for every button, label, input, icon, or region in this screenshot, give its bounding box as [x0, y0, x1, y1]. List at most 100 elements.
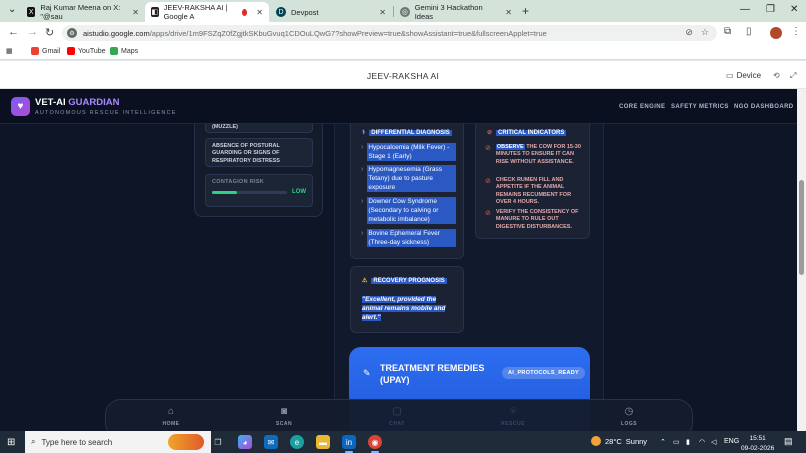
monitor-icon: ▭ — [726, 71, 734, 80]
clock-icon: ◷ — [624, 406, 634, 417]
windows-start-icon[interactable]: ⊞ — [7, 437, 15, 448]
nav-core-engine[interactable]: CORE ENGINE — [619, 104, 665, 110]
prognosis-title-text: RECOVERY PROGNOSIS — [371, 277, 447, 284]
tab-label: JEEV-RAKSHA AI | Google A — [163, 3, 228, 21]
restore-icon[interactable]: ❐ — [766, 4, 775, 15]
camera-icon: ◙ — [280, 406, 288, 417]
nav-safety-metrics[interactable]: SAFETY METRICS — [671, 104, 729, 110]
bookmark-star-icon[interactable]: ☆ — [701, 27, 709, 38]
site-info-icon[interactable]: ⚙ — [67, 28, 77, 38]
nav-label: RESCUE — [501, 421, 525, 427]
nav-logs[interactable]: ◷ LOGS — [609, 406, 649, 427]
tab-search-icon[interactable]: ⌄ — [8, 4, 16, 15]
reload-icon[interactable]: ↻ — [45, 26, 54, 39]
close-window-icon[interactable]: ✕ — [790, 4, 798, 15]
close-icon[interactable]: ✕ — [505, 8, 512, 17]
close-icon[interactable]: ✕ — [256, 8, 263, 17]
clock[interactable]: 15:51 09-02-2026 — [741, 434, 774, 453]
bookmark-maps[interactable]: Maps — [110, 47, 138, 55]
nav-rescue[interactable]: ⌾ RESCUE — [493, 406, 533, 427]
bookmark-gmail[interactable]: Gmail — [31, 47, 60, 55]
bookmark-youtube[interactable]: YouTube — [67, 47, 106, 55]
observation-text: ABSENCE OF POSTURAL GUARDING OR SIGNS OF… — [212, 143, 280, 164]
apps-grid-icon[interactable]: ▦ — [6, 47, 13, 55]
device-button[interactable]: ▭ Device — [726, 71, 761, 80]
weather-widget[interactable]: 28°C Sunny — [591, 436, 647, 446]
nav-home[interactable]: ⌂ HOME — [151, 406, 191, 427]
forward-arrow-icon[interactable]: → — [27, 26, 38, 38]
volume-icon[interactable]: ◁ — [711, 438, 716, 446]
observations-card: (MUZZLE) ABSENCE OF POSTURAL GUARDING OR… — [194, 117, 323, 217]
chrome-icon[interactable]: ◉ — [368, 435, 382, 449]
tab-jeev-raksha[interactable]: ◧ JEEV-RAKSHA AI | Google A ✕ — [145, 2, 269, 22]
language-indicator[interactable]: ENG — [724, 438, 739, 445]
profile-avatar[interactable] — [770, 27, 782, 39]
eye-off-icon[interactable]: ⊘ — [685, 27, 693, 38]
nav-scan[interactable]: ◙ SCAN — [264, 406, 304, 427]
side-panel-icon[interactable]: ▯ — [746, 26, 752, 37]
chevron-right-icon: › — [361, 144, 364, 151]
task-view-icon[interactable]: ❐ — [211, 435, 225, 449]
bookmark-label: Maps — [121, 47, 139, 55]
minimize-icon[interactable]: — — [740, 4, 750, 15]
nav-label: LOGS — [620, 421, 638, 427]
critical-title-text: CRITICAL INDICATORS — [496, 129, 567, 136]
contagion-label: CONTAGION RISK — [212, 179, 265, 185]
close-icon[interactable]: ✕ — [379, 8, 386, 17]
stethoscope-icon: ⚕ — [362, 130, 366, 136]
protocols-badge: AI_PROTOCOLS_READY — [502, 367, 586, 379]
differential-diagnosis-card: ⚕ DIFFERENTIAL DIAGNOSIS › Hypocalcemia … — [350, 123, 464, 259]
extensions-icon[interactable]: ⧉ — [724, 26, 731, 37]
close-icon[interactable]: ✕ — [132, 8, 139, 17]
linkedin-icon[interactable]: in — [342, 435, 356, 449]
critical-text: OBSERVE THE COW FOR 15-30 MINUTES TO ENS… — [495, 144, 585, 166]
copilot-icon[interactable]: ◕ — [238, 435, 252, 449]
nav-ngo-dashboard[interactable]: NGO DASHBOARD — [734, 104, 794, 110]
studio-header: JEEV-RAKSHA AI ▭ Device ⟲ ⤢ — [0, 61, 806, 89]
rotate-icon[interactable]: ⟲ — [773, 71, 780, 80]
brand-tagline: AUTONOMOUS RESCUE INTELLIGENCE — [35, 110, 177, 116]
tab-devpost[interactable]: D Devpost ✕ — [270, 2, 392, 22]
windows-taskbar: ⊞ ⌕ Type here to search ❐ ◕ ✉ e ▬ in ◉ 2… — [0, 431, 806, 453]
outlook-icon[interactable]: ✉ — [264, 435, 278, 449]
chevron-up-icon[interactable]: ⌃ — [660, 438, 666, 446]
menu-kebab-icon[interactable]: ⋮ — [791, 26, 801, 37]
search-highlight-icon[interactable] — [168, 434, 204, 450]
network-icon[interactable]: ▭ — [673, 438, 680, 446]
app-viewport: ♥ VET-AI GUARDIAN AUTONOMOUS RESCUE INTE… — [0, 89, 797, 431]
file-explorer-icon[interactable]: ▬ — [316, 435, 330, 449]
tab-label: Gemini 3 Hackathon Ideas — [414, 3, 483, 21]
nav-label: SCAN — [275, 421, 293, 427]
tab-label: Raj Kumar Meena on X: "@sau — [40, 3, 121, 21]
search-placeholder: Type here to search — [41, 437, 113, 447]
devpost-icon: D — [276, 7, 286, 17]
bookmarks-bar: ▦ Gmail YouTube Maps — [0, 44, 806, 60]
ai-studio-icon: ◧ — [151, 7, 159, 17]
address-bar[interactable]: ⚙ aistudio.google.com /apps/drive/1m9FSZ… — [62, 25, 717, 41]
bookmark-label: Gmail — [42, 47, 61, 55]
diagnosis-title: ⚕ DIFFERENTIAL DIAGNOSIS — [362, 129, 452, 136]
nav-chat[interactable]: ▢ CHAT — [377, 406, 417, 427]
scrollbar-thumb[interactable] — [799, 180, 804, 275]
shield-heart-icon: ♥ — [11, 97, 30, 116]
gemini-icon: ◎ — [400, 7, 410, 17]
critical-item: ⊘ CHECK RUMEN FILL AND APPETITE IF THE A… — [485, 177, 585, 207]
edge-icon[interactable]: e — [290, 435, 304, 449]
wifi-icon[interactable]: ◠ — [699, 438, 705, 446]
chat-bubble-icon: ▢ — [392, 406, 402, 417]
tab-gemini-ideas[interactable]: ◎ Gemini 3 Hackathon Ideas ✕ — [394, 2, 518, 22]
battery-icon[interactable]: ▮ — [686, 438, 690, 446]
bookmark-label: YouTube — [78, 47, 106, 55]
notification-icon[interactable]: ▤ — [784, 436, 793, 447]
tab-x-post[interactable]: X Raj Kumar Meena on X: "@sau ✕ — [21, 2, 145, 22]
new-tab-button[interactable]: + — [522, 4, 529, 18]
critical-bold: OBSERVE — [495, 144, 525, 150]
back-arrow-icon[interactable]: ← — [8, 26, 19, 38]
prognosis-quote: "Excellent, provided the animal remains … — [362, 295, 456, 322]
diagnosis-text: Downer Cow Syndrome (Secondary to calvin… — [367, 197, 456, 225]
critical-title: ⊘ CRITICAL INDICATORS — [487, 129, 567, 136]
treatment-title: TREATMENT REMEDIES (UPAY) — [380, 363, 485, 386]
fullscreen-icon[interactable]: ⤢ — [790, 71, 796, 81]
pencil-icon: ✎ — [363, 368, 371, 378]
weather-text: Sunny — [625, 436, 648, 446]
